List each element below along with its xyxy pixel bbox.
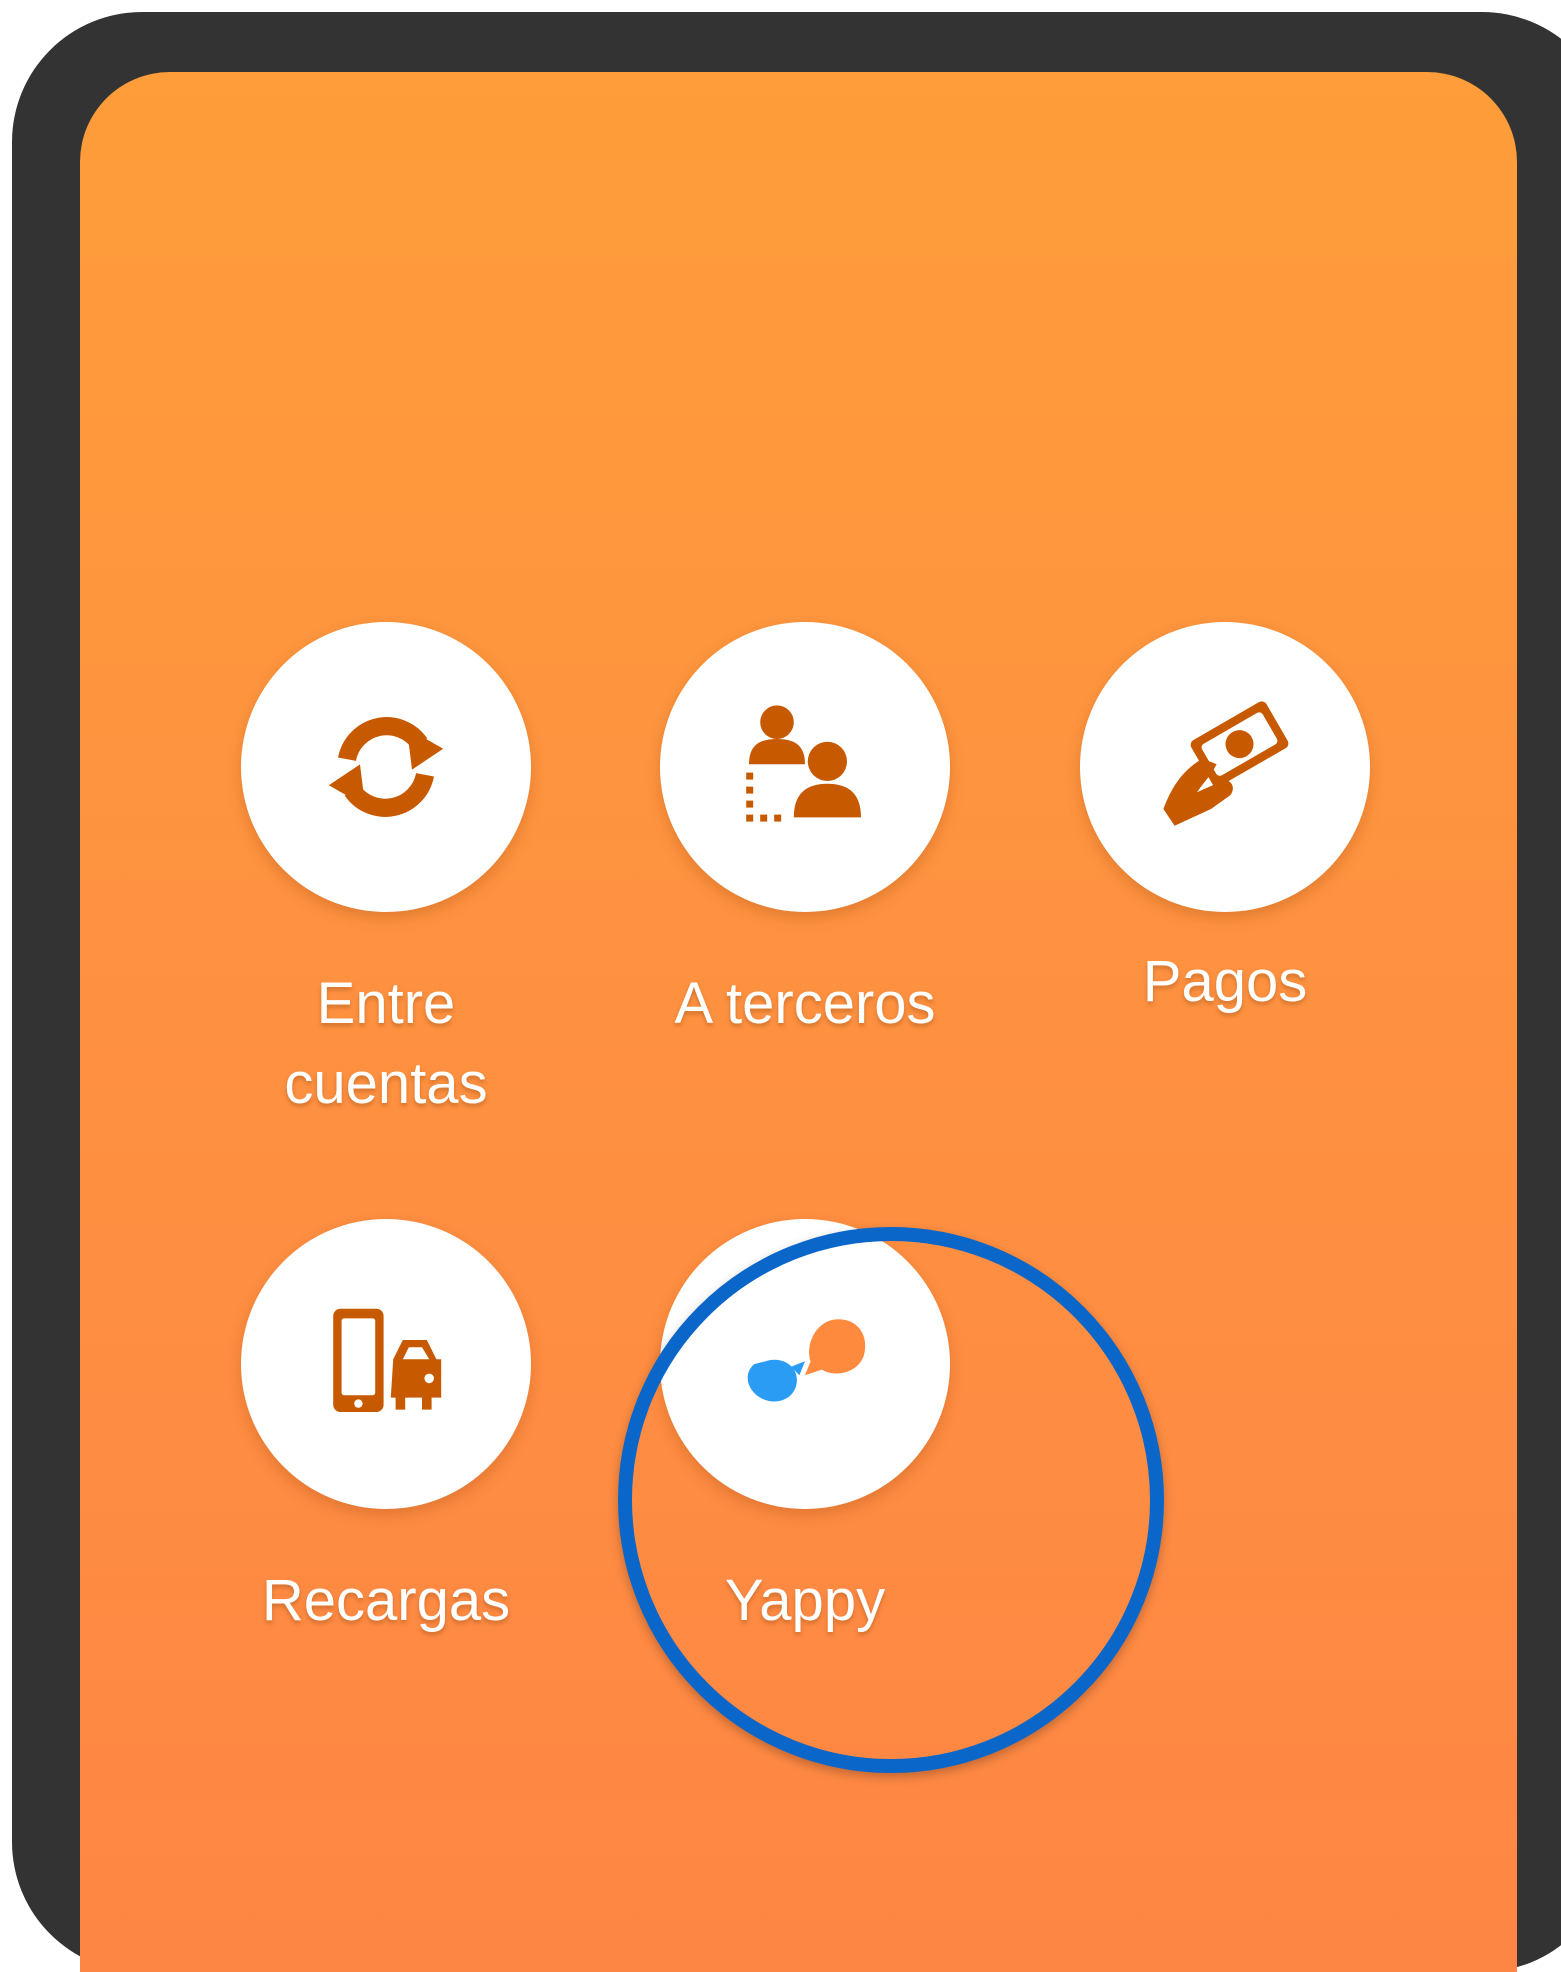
a-terceros-button[interactable] <box>660 622 950 912</box>
users-transfer-icon <box>746 705 861 822</box>
entre-cuentas-label: Entre cuentas <box>236 964 536 1124</box>
entre-cuentas-label-line1: Entre <box>316 971 456 1036</box>
menu-item-recargas[interactable]: Recargas <box>236 1219 536 1641</box>
a-terceros-label: A terceros <box>674 971 936 1036</box>
menu-item-a-terceros[interactable]: A terceros <box>655 622 955 1044</box>
yappy-button[interactable] <box>660 1219 950 1509</box>
hand-money-icon <box>1163 701 1289 826</box>
phone-car-icon <box>333 1308 442 1412</box>
menu-item-pagos[interactable]: Pagos <box>1075 622 1375 1022</box>
pagos-button[interactable] <box>1080 622 1370 912</box>
entre-cuentas-button[interactable] <box>241 622 531 912</box>
recargas-label: Recargas <box>261 1568 511 1633</box>
entre-cuentas-label-line2: cuentas <box>284 1051 488 1116</box>
app-screen: Entre cuentas A terceros Pagos Recargas … <box>80 72 1517 1972</box>
yappy-label: Yappy <box>724 1568 886 1633</box>
recargas-button[interactable] <box>241 1219 531 1509</box>
menu-item-entre-cuentas[interactable]: Entre cuentas <box>236 622 536 1124</box>
menu-item-yappy[interactable]: Yappy <box>655 1219 955 1641</box>
pagos-label: Pagos <box>1142 949 1308 1014</box>
yappy-logo-icon <box>747 1319 866 1402</box>
sync-arrows-icon <box>328 717 444 817</box>
